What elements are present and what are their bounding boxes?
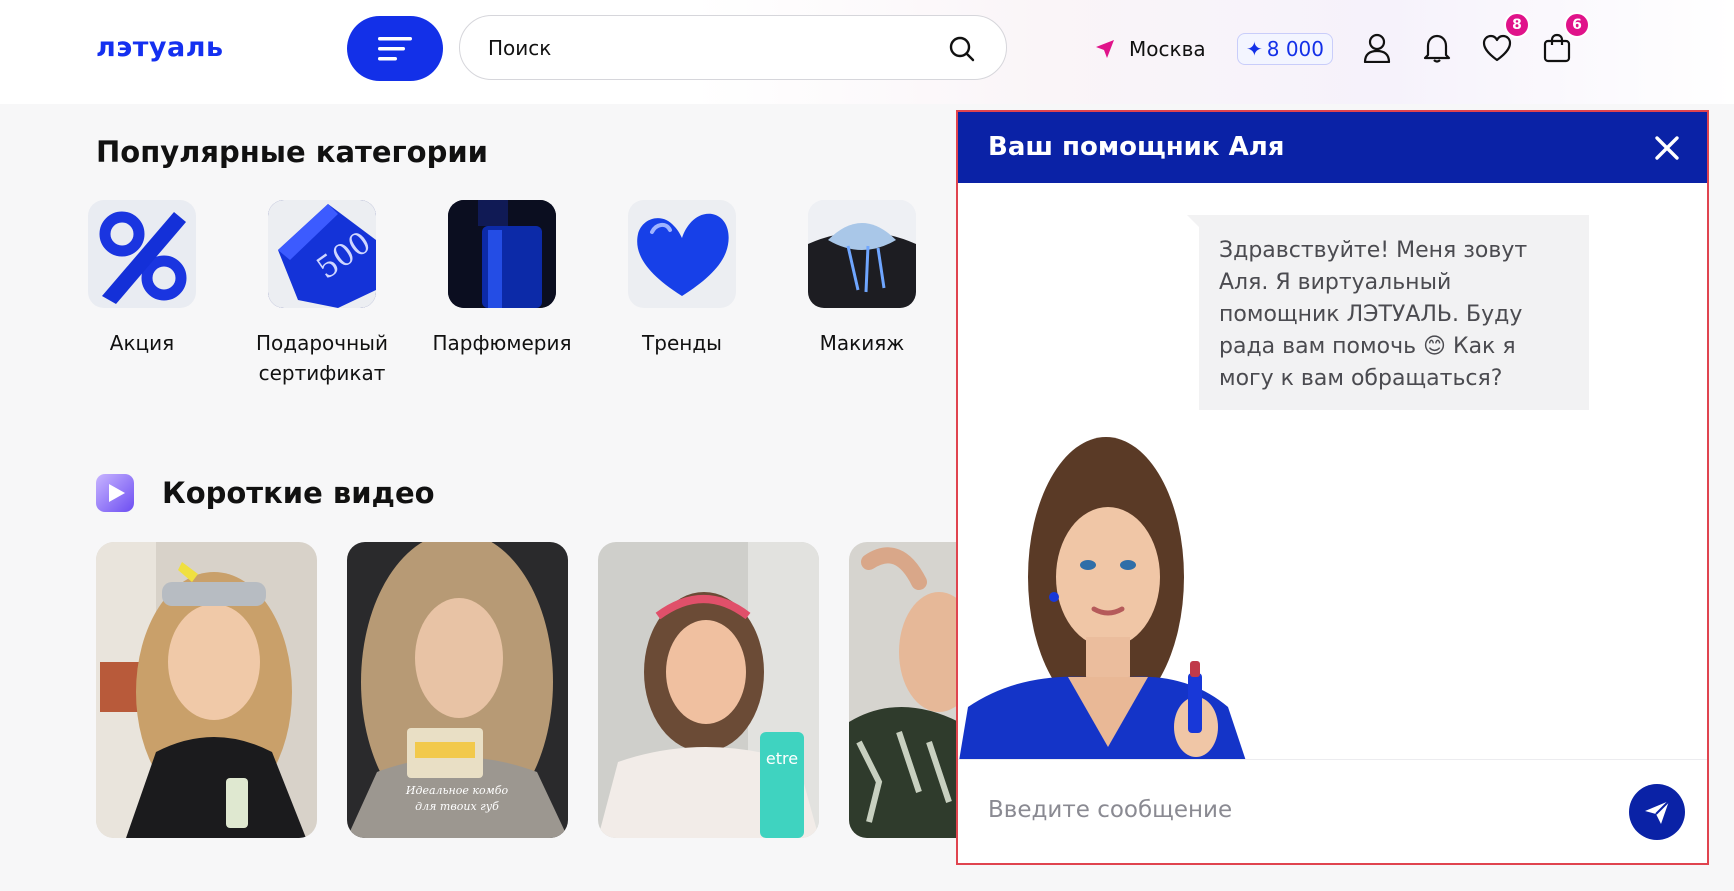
chat-close-button[interactable]: [1651, 132, 1683, 164]
points-value: 8 000: [1266, 37, 1325, 61]
video-thumbnail[interactable]: etre: [598, 542, 819, 838]
heart-icon: [1482, 34, 1512, 62]
category-label: Тренды: [642, 331, 722, 355]
category-label: Акция: [109, 331, 175, 355]
category-trends[interactable]: Тренды: [602, 200, 762, 358]
send-message-button[interactable]: [1629, 784, 1685, 840]
close-icon: [1655, 136, 1679, 160]
video-caption-line: для твоих губ: [415, 800, 499, 813]
notifications-button[interactable]: [1420, 30, 1454, 66]
short-videos-header: Короткие видео: [96, 474, 435, 512]
makeup-brush-icon: [808, 200, 916, 308]
sale-percent-icon: [88, 200, 196, 308]
chat-title: Ваш помощник Аля: [988, 132, 1285, 162]
short-videos-title: Короткие видео: [162, 476, 435, 510]
chat-input-area: [958, 759, 1707, 863]
site-header: лэтуаль Москва ✦ 8 000: [0, 0, 1734, 104]
heart-trend-icon: [628, 200, 736, 308]
assistant-avatar: [958, 437, 1258, 767]
chat-message-input[interactable]: [988, 785, 1588, 835]
category-label: Подарочный сертификат: [256, 331, 388, 385]
profile-button[interactable]: [1360, 30, 1394, 66]
video-caption-line: Идеальное комбо: [405, 784, 509, 797]
chat-header: Ваш помощник Аля: [958, 112, 1707, 183]
send-icon: [1645, 800, 1670, 824]
cart-count-badge: 6: [1564, 12, 1590, 38]
location-selector[interactable]: Москва: [1095, 34, 1206, 64]
city-label: Москва: [1129, 37, 1206, 61]
category-makeup[interactable]: Макияж: [782, 200, 942, 358]
assistant-chat-panel: Ваш помощник Аля Здравствуйте! Меня зову…: [956, 110, 1709, 865]
category-perfume[interactable]: Парфюмерия: [422, 200, 582, 358]
category-label: Парфюмерия: [432, 331, 572, 355]
video-thumbnail[interactable]: Идеальное комбо для твоих губ: [347, 542, 568, 838]
sparkle-icon: ✦: [1245, 37, 1263, 61]
video-thumbnail[interactable]: [96, 542, 317, 838]
logo[interactable]: лэтуаль: [96, 30, 224, 66]
menu-icon: [378, 36, 412, 60]
user-icon: [1363, 33, 1391, 63]
video-thumbnail[interactable]: [849, 542, 959, 838]
search-input[interactable]: [488, 16, 928, 79]
category-label: Макияж: [819, 331, 905, 355]
video-play-icon: [96, 474, 134, 512]
search-icon[interactable]: [948, 35, 976, 63]
product-brand-label: etre: [766, 749, 798, 768]
loyalty-points-badge[interactable]: ✦ 8 000: [1237, 33, 1333, 65]
category-sale[interactable]: Акция: [62, 200, 222, 358]
location-arrow-icon: [1096, 40, 1114, 58]
search-bar: [459, 15, 1007, 80]
favorites-button[interactable]: 8: [1480, 12, 1530, 66]
favorites-count-badge: 8: [1504, 12, 1530, 38]
perfume-bottle-icon: [448, 200, 556, 308]
gift-card-icon: 500: [268, 200, 376, 308]
shopping-bag-icon: [1543, 33, 1571, 63]
popular-categories-title: Популярные категории: [96, 135, 488, 169]
assistant-message-bubble: Здравствуйте! Меня зовут Аля. Я виртуаль…: [1187, 215, 1589, 410]
bell-icon: [1423, 34, 1451, 63]
cart-button[interactable]: 6: [1540, 12, 1590, 66]
category-gift-certificate[interactable]: 500 Подарочный сертификат: [242, 200, 402, 388]
catalog-menu-button[interactable]: [347, 16, 443, 81]
